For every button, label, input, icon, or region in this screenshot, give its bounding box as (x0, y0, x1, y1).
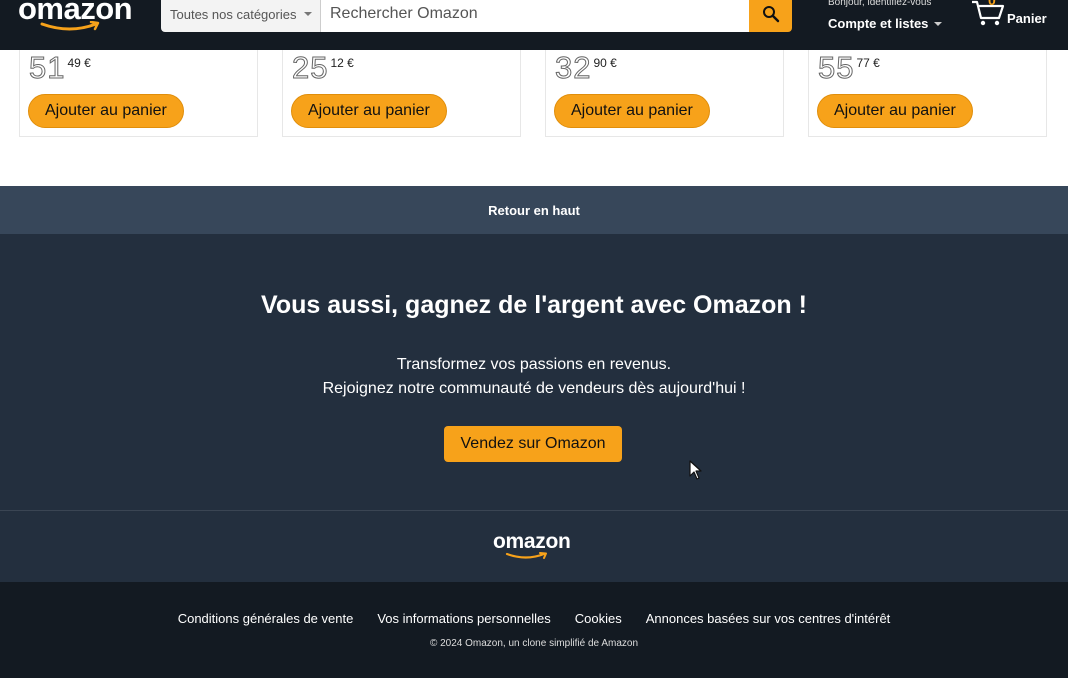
footer-logo[interactable]: omazon (493, 530, 575, 560)
add-to-cart-button[interactable]: Ajouter au panier (817, 94, 973, 128)
sell-text-line: Transformez vos passions en revenus. (396, 356, 672, 373)
search-input[interactable] (321, 0, 749, 32)
price-fraction: 77 € (856, 56, 880, 70)
footer-link-privacy[interactable]: Vos informations personnelles (377, 611, 550, 626)
footer: Conditions générales de vente Vos inform… (0, 582, 1068, 678)
smile-arrow-icon (505, 552, 547, 559)
price-fraction: 49 € (67, 56, 91, 70)
category-label: Toutes nos catégories (170, 6, 297, 22)
back-to-top-link[interactable]: Retour en haut (0, 186, 1068, 234)
footer-link-terms[interactable]: Conditions générales de vente (178, 611, 354, 626)
footer-link-cookies[interactable]: Cookies (575, 611, 622, 626)
omazon-logo[interactable]: omazon (18, 0, 133, 32)
search-bar: Toutes nos catégories (161, 0, 792, 32)
add-to-cart-button[interactable]: Ajouter au panier (291, 94, 447, 128)
smile-arrow-icon (40, 21, 100, 31)
footer-links: Conditions générales de vente Vos inform… (0, 611, 1068, 626)
product-price: 51 49 € (28, 50, 91, 85)
account-menu[interactable]: Bonjour, identifiez-vous Compte et liste… (828, 0, 958, 37)
account-lists: Compte et listes (828, 16, 958, 31)
cart-link[interactable]: 0 Panier (970, 0, 1060, 34)
top-navbar: omazon Toutes nos catégories Bonjour, id… (0, 0, 1068, 50)
product-price: 32 90 € (554, 50, 617, 85)
price-integer: 32 (554, 50, 592, 85)
product-price: 55 77 € (817, 50, 880, 85)
caret-down-icon (934, 21, 943, 26)
product-card: 55 77 € Ajouter au panier (808, 50, 1047, 137)
account-lists-label: Compte et listes (828, 16, 929, 31)
price-integer: 55 (817, 50, 855, 85)
copyright: © 2024 Omazon, un clone simplifié de Ama… (429, 638, 639, 649)
add-to-cart-button[interactable]: Ajouter au panier (28, 94, 184, 128)
footer-link-interest-ads[interactable]: Annonces basées sur vos centres d'intérê… (646, 611, 891, 626)
cart-label: Panier (1007, 11, 1047, 26)
product-card: 32 90 € Ajouter au panier (545, 50, 784, 137)
product-card: 25 12 € Ajouter au panier (282, 50, 521, 137)
footer-logo-band: omazon (0, 511, 1068, 582)
footer-logo-wordmark: omazon (493, 530, 571, 553)
product-card: 51 49 € Ajouter au panier (19, 50, 258, 137)
account-greeting: Bonjour, identifiez-vous (828, 0, 932, 8)
price-integer: 25 (291, 50, 329, 85)
price-fraction: 12 € (330, 56, 354, 70)
search-button[interactable] (749, 0, 792, 32)
category-select[interactable]: Toutes nos catégories (161, 0, 321, 32)
mouse-cursor-icon (689, 460, 702, 480)
price-integer: 51 (28, 50, 66, 85)
search-icon (762, 6, 779, 23)
cart-count: 0 (988, 0, 996, 8)
sell-title: Vous aussi, gagnez de l'argent avec Omaz… (261, 291, 807, 319)
price-fraction: 90 € (593, 56, 617, 70)
sell-on-omazon-button[interactable]: Vendez sur Omazon (444, 426, 622, 462)
product-price: 25 12 € (291, 50, 354, 85)
sell-text-line: Rejoignez notre communauté de vendeurs d… (322, 380, 746, 397)
product-grid: 51 49 € Ajouter au panier 25 12 € Ajoute… (19, 50, 1049, 138)
sell-promo-section: Vous aussi, gagnez de l'argent avec Omaz… (0, 234, 1068, 511)
caret-down-icon (304, 12, 313, 16)
add-to-cart-button[interactable]: Ajouter au panier (554, 94, 710, 128)
